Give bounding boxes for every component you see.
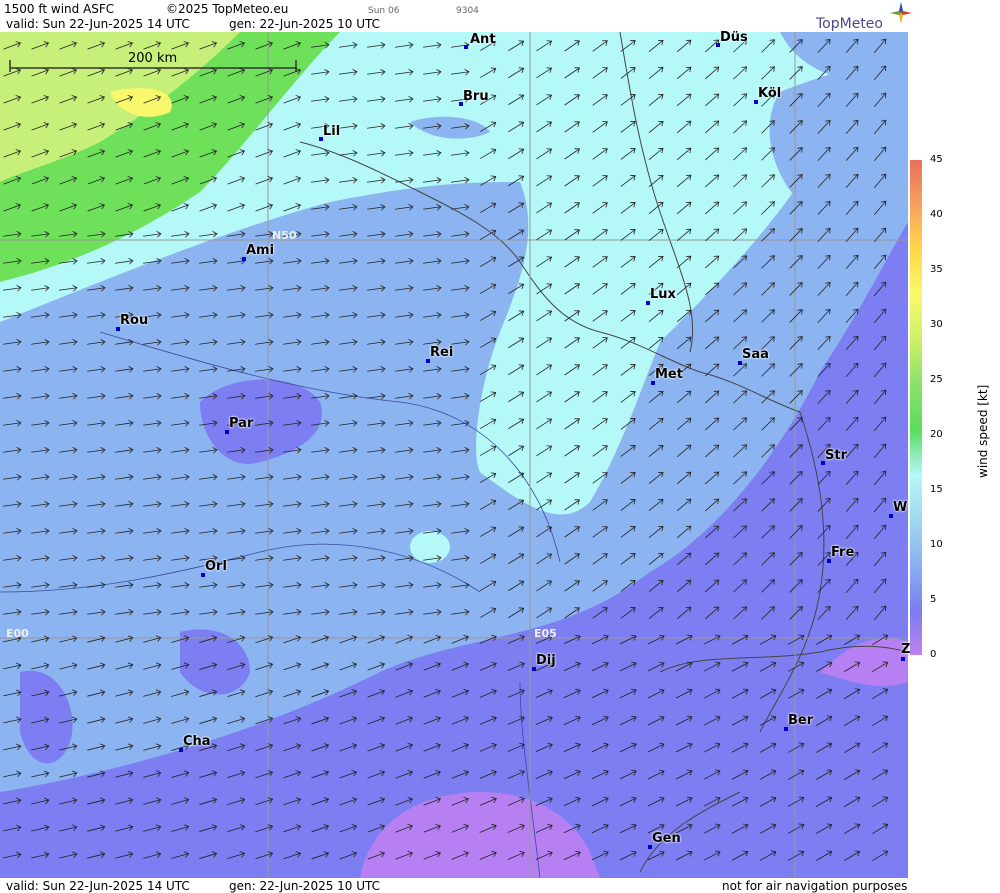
legend-color-bar [910,160,922,655]
legend-tick: 15 [930,484,943,495]
legend-title: wind speed [kt] [976,384,990,478]
city-label: Cha [183,734,211,749]
run-label: Sun 06 [368,6,400,16]
compass-logo-icon [890,2,912,24]
city-marker [901,657,905,661]
city-label: Lil [323,124,341,139]
city-label: Köl [758,86,782,101]
valid-time-top: valid: Sun 22-Jun-2025 14 UTC [6,17,190,31]
wind-map[interactable] [0,32,908,878]
city-label: W [893,500,908,515]
city-marker [464,45,468,49]
lon-label-e05: E05 [534,627,557,640]
legend-tick: 45 [930,154,943,165]
city-label: Gen [652,831,681,846]
gen-time-top: gen: 22-Jun-2025 10 UTC [229,17,381,31]
legend-tick: 5 [930,594,937,605]
legend-tick: 20 [930,429,943,440]
city-label: Ant [470,32,496,47]
copyright: ©2025 TopMeteo.eu [166,2,289,16]
run-code: 9304 [456,6,479,16]
city-label: Dij [536,653,556,668]
disclaimer: not for air navigation purposes [722,879,908,893]
lat-label-n50: N50 [272,229,297,242]
city-label: Rei [430,345,454,360]
city-label: Fre [831,545,855,560]
map-title: 1500 ft wind ASFC [4,2,115,16]
valid-time-bottom: valid: Sun 22-Jun-2025 14 UTC [6,879,190,893]
city-label: Met [655,367,683,382]
city-label: Orl [205,559,227,574]
city-label: Rou [120,313,149,328]
lon-label-e00: E00 [6,627,29,640]
legend-tick: 10 [930,539,943,550]
city-label: Lux [650,287,676,302]
city-label: Saa [742,347,769,362]
gen-time-bottom: gen: 22-Jun-2025 10 UTC [229,879,381,893]
city-label: Ami [246,243,275,258]
legend-tick: 40 [930,209,943,220]
scale-label: 200 km [128,51,178,66]
legend-tick: 35 [930,264,943,275]
wind-field [0,32,908,878]
city-label: Düs [720,30,748,45]
city-label: Par [229,416,254,431]
legend-tick: 0 [930,649,937,660]
legend-tick: 30 [930,319,943,330]
legend-tick: 25 [930,374,943,385]
city-label: Ber [788,713,814,728]
logo: TopMeteo [816,16,883,32]
city-label: Str [825,448,847,463]
city-label: Bru [463,89,489,104]
